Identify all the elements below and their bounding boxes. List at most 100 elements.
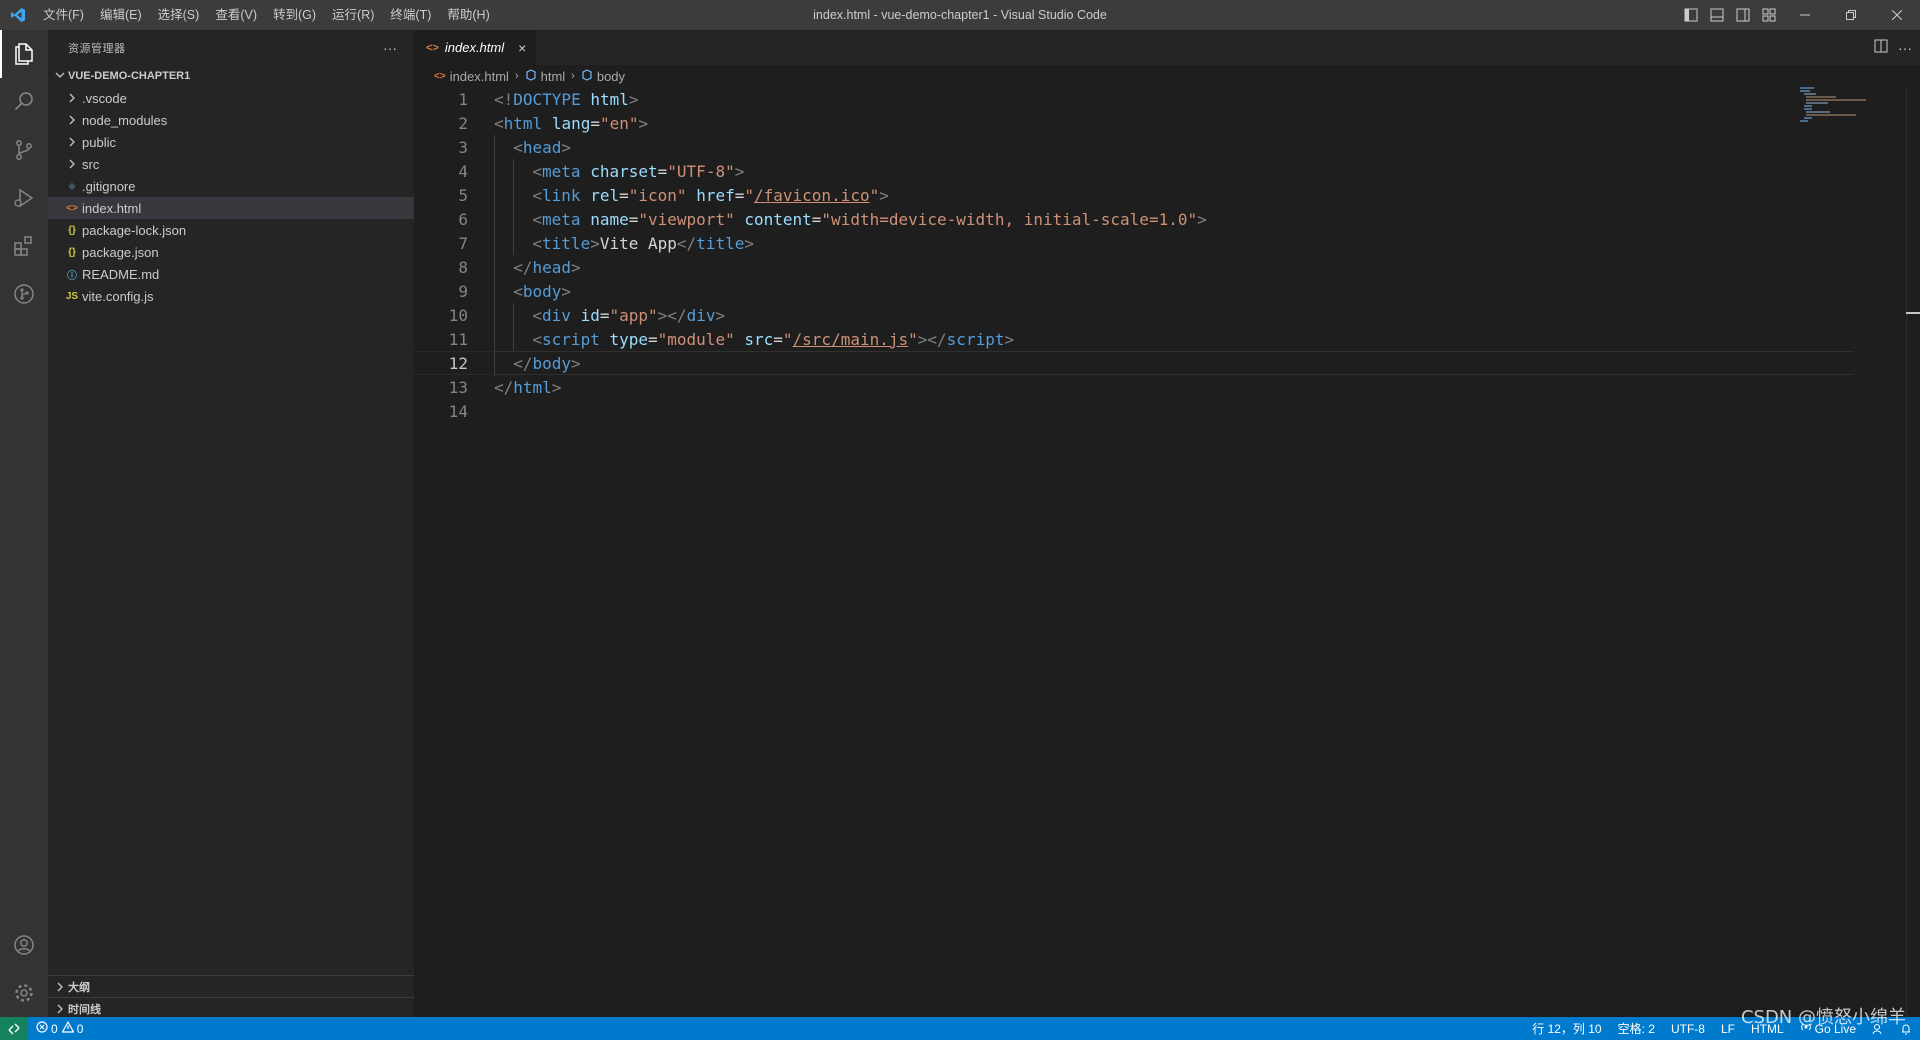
- close-tab-icon[interactable]: ×: [518, 40, 526, 56]
- code-token: meta: [542, 161, 581, 181]
- indentation[interactable]: 空格: 2: [1618, 1020, 1655, 1037]
- code-line[interactable]: 11 <script type="module" src="/src/main.j…: [414, 327, 1854, 351]
- vscode-logo-icon: [0, 0, 35, 30]
- code-line[interactable]: 8 </head>: [414, 255, 1854, 279]
- tree-item[interactable]: public: [48, 131, 414, 153]
- minimize-icon[interactable]: [1782, 0, 1828, 30]
- toggle-panel-icon[interactable]: [1704, 0, 1730, 30]
- code-token: "app": [609, 305, 658, 325]
- vertical-scrollbar[interactable]: [1906, 87, 1920, 1017]
- problems-indicator[interactable]: 0 0: [28, 1020, 84, 1036]
- code-line[interactable]: 7 <title>Vite App</title>: [414, 231, 1854, 255]
- remote-indicator-icon[interactable]: [0, 1017, 28, 1040]
- tree-item[interactable]: ◆ .gitignore: [48, 175, 414, 197]
- indent-guide: [494, 352, 495, 376]
- restore-icon[interactable]: [1828, 0, 1874, 30]
- tree-item-label: index.html: [82, 200, 142, 216]
- cursor-position[interactable]: 行 12，列 10: [1532, 1020, 1601, 1037]
- language-mode[interactable]: HTML: [1751, 1022, 1784, 1036]
- outline-section[interactable]: 大纲: [48, 975, 414, 997]
- breadcrumb-item-body[interactable]: body: [597, 69, 625, 84]
- settings-gear-icon[interactable]: [0, 969, 48, 1017]
- code-line[interactable]: 12 </body>: [414, 351, 1854, 376]
- code-token: link: [542, 185, 581, 205]
- extensions-icon[interactable]: [0, 222, 48, 270]
- tab-index-html[interactable]: <> index.html ×: [414, 30, 537, 65]
- code-token: html: [590, 89, 629, 109]
- minimap[interactable]: [1800, 87, 1880, 127]
- line-content: <body>: [513, 282, 571, 301]
- menu-item-5[interactable]: 运行(R): [324, 0, 382, 30]
- code-token: charset: [590, 161, 658, 181]
- code-token: meta: [542, 209, 581, 229]
- tree-item[interactable]: <> index.html: [48, 197, 414, 219]
- breadcrumb-item-html[interactable]: html: [541, 69, 566, 84]
- toggle-secondary-sidebar-icon[interactable]: [1730, 0, 1756, 30]
- explorer-icon[interactable]: [0, 30, 48, 78]
- code-line[interactable]: 4 <meta charset="UTF-8">: [414, 159, 1854, 183]
- split-editor-icon[interactable]: [1874, 39, 1888, 56]
- tree-item[interactable]: .vscode: [48, 87, 414, 109]
- customize-layout-icon[interactable]: [1756, 0, 1782, 30]
- indent-guide: [494, 231, 495, 255]
- notifications-bell-icon[interactable]: [1900, 1023, 1912, 1035]
- tree-item[interactable]: {} package-lock.json: [48, 219, 414, 241]
- code-line[interactable]: 1 <!DOCTYPE html>: [414, 87, 1854, 111]
- line-content: </html>: [494, 378, 561, 397]
- line-number: 3: [458, 137, 468, 157]
- menu-item-1[interactable]: 编辑(E): [92, 0, 150, 30]
- close-window-icon[interactable]: [1874, 0, 1920, 30]
- timeline-section[interactable]: 时间线: [48, 997, 414, 1019]
- code-line[interactable]: 9 <body>: [414, 279, 1854, 303]
- search-icon[interactable]: [0, 78, 48, 126]
- menu-item-6[interactable]: 终端(T): [382, 0, 439, 30]
- source-control-icon[interactable]: [0, 126, 48, 174]
- file-type-icon: {}: [68, 224, 76, 236]
- tree-item[interactable]: JS vite.config.js: [48, 285, 414, 307]
- code-line[interactable]: 10 <div id="app"></div>: [414, 303, 1854, 327]
- git-graph-icon[interactable]: [0, 270, 48, 318]
- warning-count: 0: [76, 1021, 84, 1036]
- run-debug-icon[interactable]: [0, 174, 48, 222]
- tree-item[interactable]: src: [48, 153, 414, 175]
- menu-item-3[interactable]: 查看(V): [207, 0, 265, 30]
- file-type-icon: {}: [68, 246, 76, 258]
- code-editor[interactable]: 1 <!DOCTYPE html> 2 <html lang="en"> 3 <head>…: [414, 87, 1854, 423]
- feedback-icon[interactable]: [1872, 1023, 1884, 1035]
- code-line[interactable]: 6 <meta name="viewport" content="width=de…: [414, 207, 1854, 231]
- account-icon[interactable]: [0, 921, 48, 969]
- code-line[interactable]: 14: [414, 399, 1854, 423]
- indent-guide: [494, 135, 495, 159]
- code-line[interactable]: 2 <html lang="en">: [414, 111, 1854, 135]
- menu-item-2[interactable]: 选择(S): [150, 0, 208, 30]
- code-token: =: [648, 329, 658, 349]
- code-line[interactable]: 5 <link rel="icon" href="/favicon.ico">: [414, 183, 1854, 207]
- indent-guide: [494, 327, 495, 351]
- code-token: head: [522, 137, 562, 157]
- breadcrumb-item-file[interactable]: index.html: [450, 69, 509, 84]
- end-of-line[interactable]: LF: [1721, 1022, 1735, 1036]
- more-actions-button[interactable]: ···: [378, 40, 402, 56]
- tree-item[interactable]: node_modules: [48, 109, 414, 131]
- code-token: html: [513, 377, 552, 397]
- code-line[interactable]: 13 </html>: [414, 375, 1854, 399]
- tree-item[interactable]: {} package.json: [48, 241, 414, 263]
- workspace-folder-header[interactable]: VUE-DEMO-CHAPTER1: [48, 65, 414, 87]
- encoding[interactable]: UTF-8: [1671, 1022, 1705, 1036]
- go-live-button[interactable]: Go Live: [1800, 1021, 1856, 1036]
- editor-tabs: <> index.html × ···: [414, 30, 1920, 65]
- code-token: ": [908, 329, 918, 349]
- menu-item-4[interactable]: 转到(G): [265, 0, 324, 30]
- code-token: <: [532, 185, 543, 205]
- toggle-primary-sidebar-icon[interactable]: [1678, 0, 1704, 30]
- menu-item-7[interactable]: 帮助(H): [439, 0, 497, 30]
- outline-label: 大纲: [68, 981, 90, 994]
- tree-item[interactable]: ⓘ README.md: [48, 263, 414, 285]
- code-line[interactable]: 3 <head>: [414, 135, 1854, 159]
- explorer-sidebar: 资源管理器 ··· VUE-DEMO-CHAPTER1 .vscode node_…: [48, 30, 414, 1017]
- editor-more-actions-button[interactable]: ···: [1898, 40, 1912, 56]
- chevron-down-icon: [52, 70, 68, 83]
- menu-item-0[interactable]: 文件(F): [35, 0, 92, 30]
- code-token: name: [590, 209, 629, 229]
- file-type-icon: JS: [65, 290, 79, 302]
